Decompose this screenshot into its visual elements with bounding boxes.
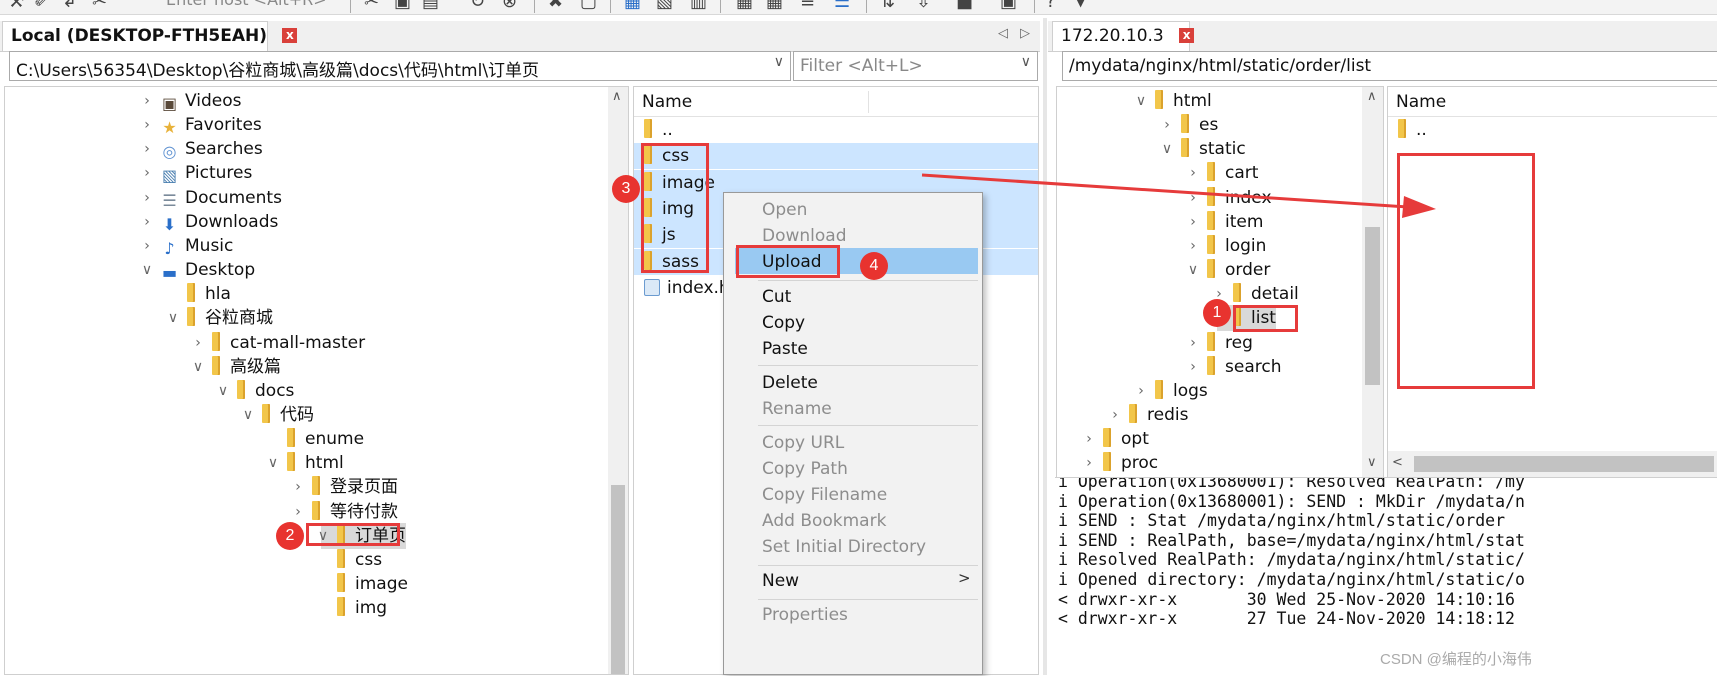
annotation-arrow <box>921 173 1436 218</box>
arrow-head <box>1402 196 1436 218</box>
arrow-line <box>921 173 1409 209</box>
